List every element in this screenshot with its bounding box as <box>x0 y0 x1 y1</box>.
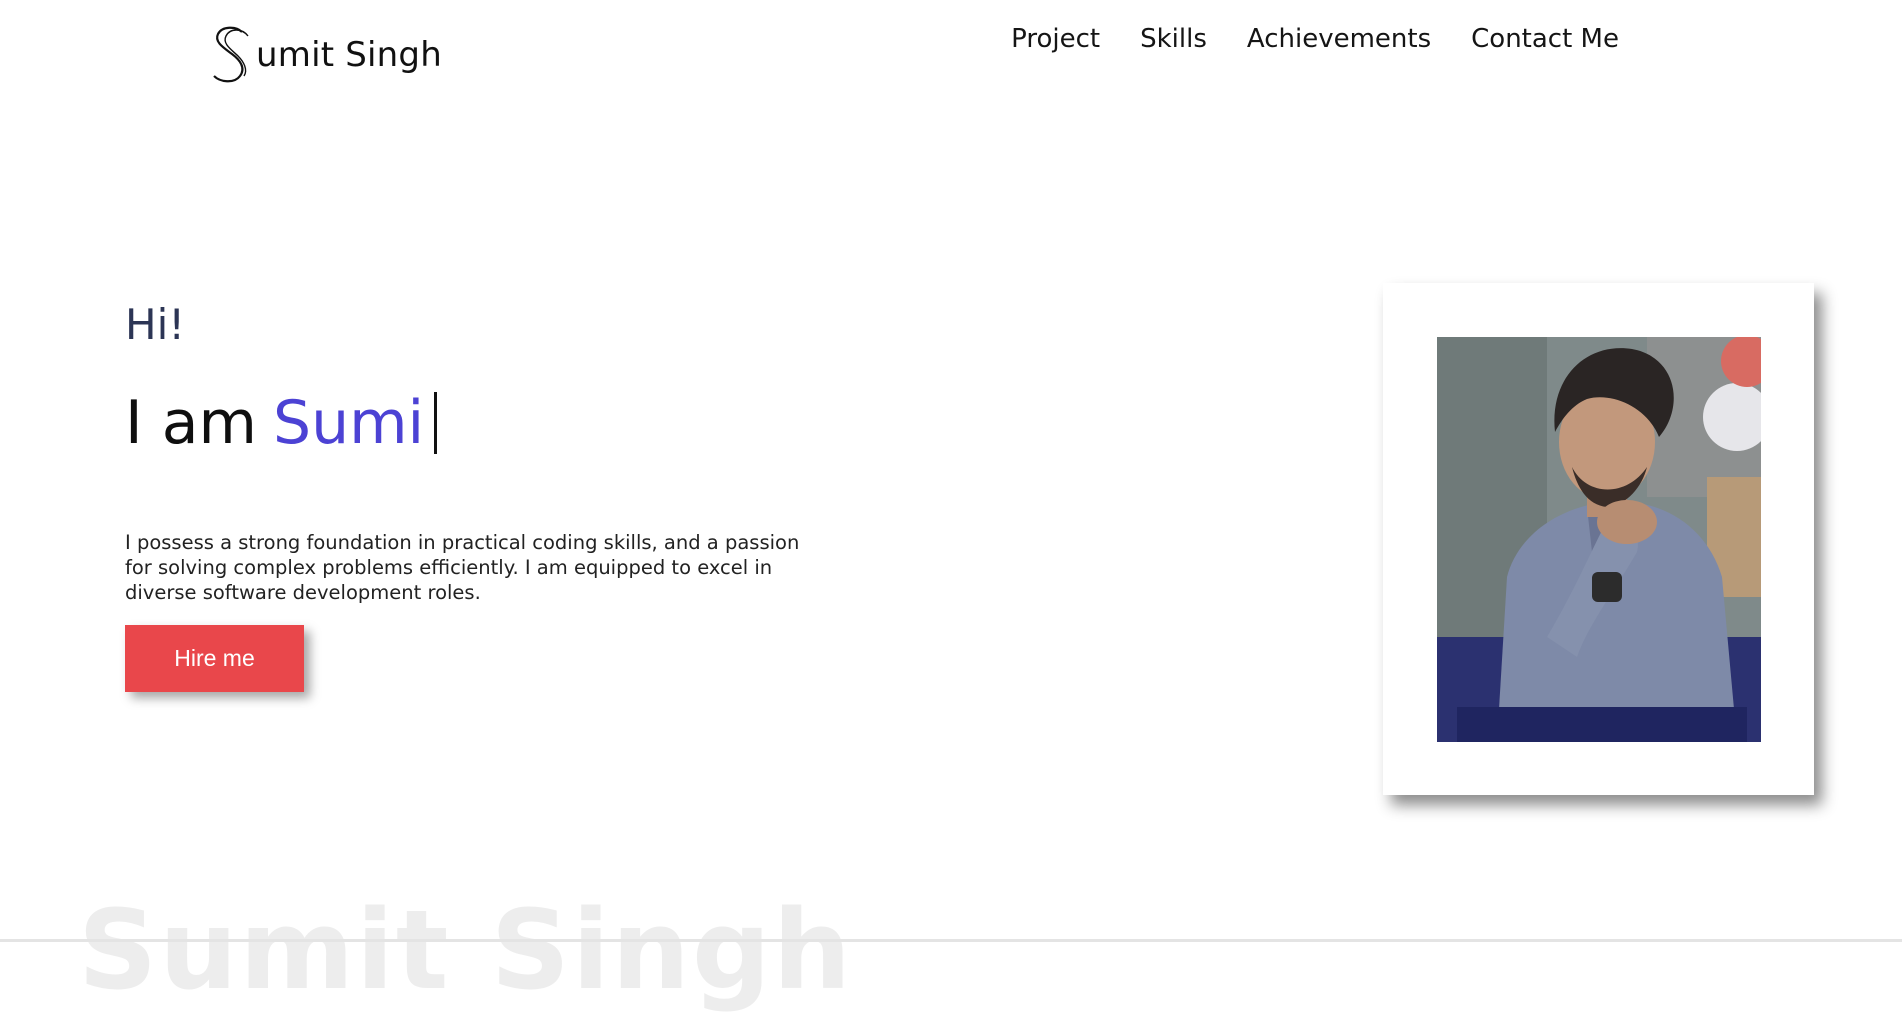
main-nav: Project Skills Achievements Contact Me <box>1011 24 1619 54</box>
hire-me-button[interactable]: Hire me <box>125 625 304 692</box>
brand-logo[interactable]: umit Singh <box>208 24 442 86</box>
nav-skills[interactable]: Skills <box>1140 24 1207 54</box>
brand-name: umit Singh <box>256 35 442 75</box>
nav-project[interactable]: Project <box>1011 24 1100 54</box>
typing-cursor <box>434 392 438 454</box>
background-watermark: Sumit Singh <box>78 886 854 1014</box>
logo-s-monogram-icon <box>213 26 249 83</box>
hero-intro-prefix: I am <box>125 388 257 458</box>
profile-photo <box>1437 337 1761 742</box>
nav-achievements[interactable]: Achievements <box>1247 24 1431 54</box>
profile-photo-card <box>1383 283 1814 795</box>
hero-typed-name: Sumi <box>272 388 425 458</box>
nav-contact-me[interactable]: Contact Me <box>1471 24 1619 54</box>
hero-intro: I am Sumi <box>125 388 438 458</box>
hero-description: I possess a strong foundation in practic… <box>125 530 800 604</box>
hero-greeting: Hi! <box>125 300 186 349</box>
